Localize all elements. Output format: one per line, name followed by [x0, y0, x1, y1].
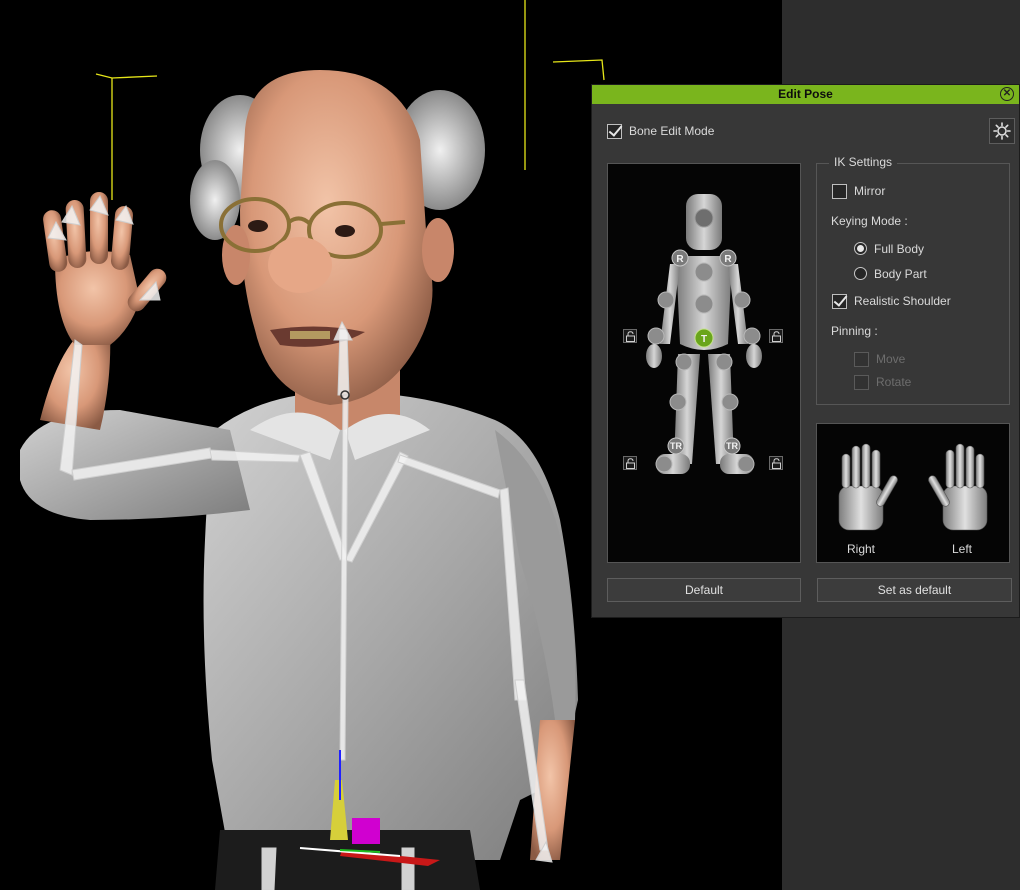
- panel-title-bar[interactable]: Edit Pose ✕: [592, 85, 1019, 104]
- close-icon[interactable]: ✕: [1000, 87, 1014, 101]
- panel-title: Edit Pose: [778, 87, 833, 101]
- full-body-label: Full Body: [874, 242, 925, 256]
- rotate-label: R: [724, 254, 732, 265]
- left-hand-label: Left: [952, 542, 973, 556]
- lock-icon[interactable]: [769, 456, 783, 470]
- hand-selector[interactable]: Right Left: [816, 423, 1010, 563]
- pin-rotate-label: Rotate: [876, 375, 912, 389]
- bone-edit-mode-checkbox[interactable]: [607, 124, 622, 139]
- ik-settings-group: [816, 163, 1010, 405]
- ik-settings-legend: IK Settings: [829, 155, 898, 169]
- body-part-label: Body Part: [874, 267, 927, 281]
- tr-label: TR: [670, 441, 682, 451]
- translate-label: T: [701, 334, 707, 345]
- left-hand-model: [928, 443, 988, 531]
- edit-pose-panel: Edit Pose ✕ Bone Edit Mode R R T TR TR I…: [591, 84, 1020, 618]
- mirror-checkbox[interactable]: [832, 184, 847, 199]
- character-head: [240, 70, 433, 405]
- set-as-default-button[interactable]: Set as default: [817, 578, 1012, 602]
- body-part-radio[interactable]: [854, 267, 867, 280]
- tr-label: TR: [726, 441, 738, 451]
- default-button[interactable]: Default: [607, 578, 801, 602]
- bone-edit-mode-label: Bone Edit Mode: [629, 124, 715, 138]
- realistic-shoulder-checkbox[interactable]: [832, 294, 847, 309]
- pin-move-label: Move: [876, 352, 906, 366]
- lock-icon[interactable]: [623, 329, 637, 343]
- pinning-label: Pinning :: [831, 324, 878, 338]
- full-body-radio[interactable]: [854, 242, 867, 255]
- settings-button[interactable]: [989, 118, 1015, 144]
- pin-move-checkbox[interactable]: [854, 352, 869, 367]
- keying-mode-label: Keying Mode :: [831, 214, 908, 228]
- gear-icon: [993, 122, 1011, 140]
- body-mannequin: R R T TR TR: [646, 194, 762, 474]
- hands-illustration: [838, 443, 988, 531]
- mirror-label: Mirror: [854, 184, 886, 198]
- body-part-selector[interactable]: R R T TR TR: [607, 163, 801, 563]
- pin-rotate-checkbox[interactable]: [854, 375, 869, 390]
- rotate-label: R: [676, 254, 684, 265]
- right-hand-label: Right: [847, 542, 876, 556]
- right-hand-model: [838, 443, 898, 531]
- lock-icon[interactable]: [769, 329, 783, 343]
- lock-icon[interactable]: [623, 456, 637, 470]
- realistic-shoulder-label: Realistic Shoulder: [854, 294, 951, 308]
